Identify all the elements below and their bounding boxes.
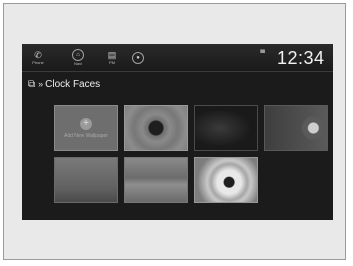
back-icon[interactable]: ⧉ <box>28 79 35 90</box>
pm-button[interactable]: ▤ PM <box>100 47 124 68</box>
signal-icon: ▝▘ <box>258 51 268 57</box>
breadcrumb-chevron-icon: » <box>38 79 43 89</box>
navi-button-label: Navi <box>73 61 82 66</box>
circle-icon: ● <box>132 51 144 64</box>
page-title: Clock Faces <box>45 78 101 90</box>
wallpaper-thumbnail[interactable] <box>264 105 328 151</box>
plus-icon: + <box>80 117 92 130</box>
extra-button[interactable]: ● <box>126 47 150 68</box>
wallpaper-thumbnail[interactable] <box>194 157 258 203</box>
page-title-bar: ⧉ » Clock Faces <box>28 77 100 91</box>
phone-button-label: Phone <box>32 60 44 65</box>
infotainment-screen: ✆ Phone ⌂ Navi ▤ PM ● ▝▘ 12:34 ⧉ » Clock… <box>22 44 333 220</box>
wallpaper-thumbnail[interactable] <box>54 157 118 203</box>
pm-button-label: PM <box>109 60 115 65</box>
wallpaper-thumbnail[interactable] <box>124 157 188 203</box>
phone-button[interactable]: ✆ Phone <box>26 47 50 68</box>
phone-icon: ✆ <box>34 50 42 60</box>
wallpaper-thumbnail[interactable] <box>194 105 258 151</box>
status-bar: ✆ Phone ⌂ Navi ▤ PM ● ▝▘ 12:34 <box>22 44 333 72</box>
home-icon: ⌂ <box>72 49 84 61</box>
navi-button[interactable]: ⌂ Navi <box>66 47 90 68</box>
add-wallpaper-tile[interactable]: + Add New Wallpaper <box>54 105 118 151</box>
clock-display: 12:34 <box>277 48 325 68</box>
add-wallpaper-label: Add New Wallpaper <box>63 132 108 139</box>
list-icon: ▤ <box>107 50 117 60</box>
wallpaper-thumbnail[interactable] <box>124 105 188 151</box>
